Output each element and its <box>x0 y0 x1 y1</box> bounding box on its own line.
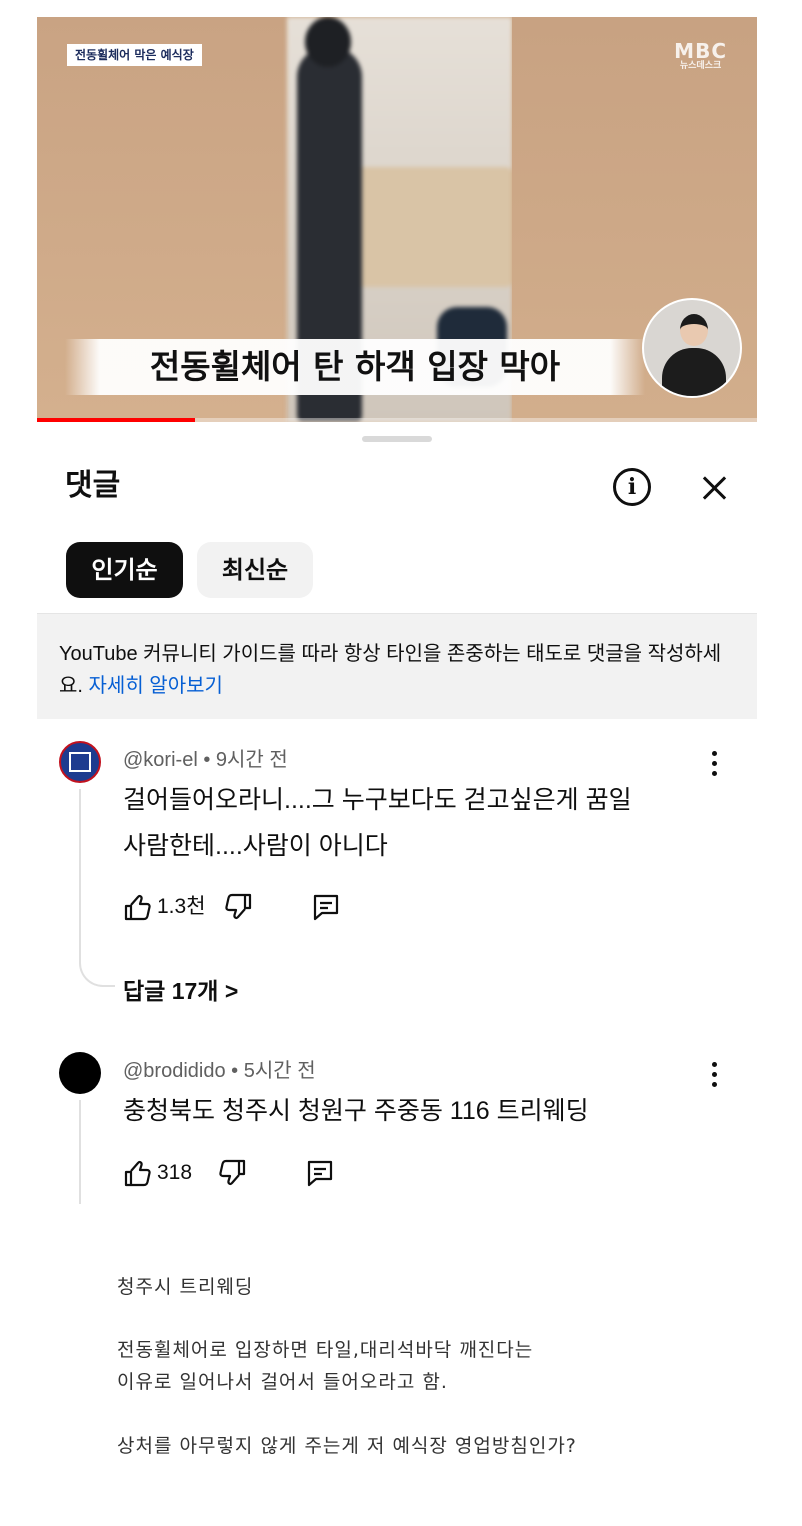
panel-title: 댓글 <box>65 468 121 503</box>
avatar[interactable] <box>59 741 101 783</box>
thumbs-up-icon <box>124 1160 151 1187</box>
video-caption: 전동휠체어 탄 하객 입장 막아 <box>65 339 645 395</box>
post-paragraph: 이유로 일어나서 걸어서 들어오라고 함. <box>117 1371 448 1393</box>
reply-button[interactable] <box>305 1158 337 1188</box>
sort-chip-top[interactable]: 인기순 <box>66 542 183 598</box>
thumbs-down-icon <box>225 893 252 920</box>
view-replies-button[interactable]: 답글 17개 > <box>123 976 238 1006</box>
learn-more-link[interactable]: 자세히 알아보기 <box>89 675 223 697</box>
thread-line <box>79 789 81 959</box>
like-button[interactable]: 1.3천 <box>123 892 213 922</box>
comment-time: 9시간 전 <box>215 749 288 771</box>
comment-author[interactable]: @kori-el <box>123 749 198 771</box>
comment-author[interactable]: @brodidido <box>123 1060 226 1082</box>
news-badge: 전동휠체어 막은 예식장 <box>67 44 202 66</box>
like-button[interactable]: 318 <box>123 1158 203 1188</box>
comments-panel: 댓글 i 인기순 최신순 YouTube 커뮤니티 가이드를 따라 항상 타인을… <box>37 422 757 1252</box>
sign-language-interpreter <box>642 298 742 398</box>
logo-mbc: MBC <box>674 39 727 63</box>
comment-reply-icon <box>313 894 339 921</box>
avatar[interactable] <box>59 1052 101 1094</box>
more-options-icon[interactable] <box>699 1058 729 1092</box>
comment-text-line: 걸어들어오라니....그 누구보다도 걷고싶은게 꿈일 <box>123 786 632 814</box>
comment-text: 충청북도 청주시 청원구 주중동 116 트리웨딩 <box>123 1097 589 1125</box>
broadcaster-logo: MBC 뉴스데스크 <box>674 41 727 72</box>
comment-time: 5시간 전 <box>243 1060 316 1082</box>
video-player[interactable]: 전동휠체어 막은 예식장 MBC 뉴스데스크 전동휠체어 탄 하객 입장 막아 <box>37 17 757 422</box>
close-icon[interactable] <box>693 466 737 510</box>
drag-handle[interactable] <box>362 436 432 442</box>
thread-line <box>79 1100 81 1204</box>
post-paragraph: 상처를 아무렇지 않게 주는게 저 예식장 영업방침인가? <box>117 1435 577 1457</box>
like-count: 1.3천 <box>157 895 206 918</box>
comment-text-line: 사람한테....사람이 아니다 <box>123 832 388 860</box>
scene-person-head <box>305 17 351 67</box>
avatar-emblem <box>69 752 91 772</box>
thumbs-up-icon <box>124 894 151 921</box>
signer-body <box>662 348 726 396</box>
info-icon[interactable]: i <box>613 468 651 506</box>
scene-counter <box>357 167 512 287</box>
dislike-button[interactable] <box>219 1158 249 1188</box>
reply-button[interactable] <box>311 892 343 922</box>
comment-text: 걸어들어오라니....그 누구보다도 걷고싶은게 꿈일 사람한테....사람이 … <box>123 777 703 869</box>
comment-meta: @brodidido • 5시간 전 <box>123 1060 316 1082</box>
post-paragraph: 전동휠체어로 입장하면 타일,대리석바닥 깨진다는 <box>117 1339 534 1361</box>
comment-actions: 1.3천 <box>123 892 423 922</box>
community-guidelines-banner: YouTube 커뮤니티 가이드를 따라 항상 타인을 존중하는 태도로 댓글을… <box>37 613 757 719</box>
comment-reply-icon <box>307 1160 333 1187</box>
logo-newsdesk: 뉴스데스크 <box>679 61 722 71</box>
comment-actions: 318 <box>123 1158 423 1188</box>
thumbs-down-icon <box>219 1159 246 1186</box>
comment-meta: @kori-el • 9시간 전 <box>123 749 288 771</box>
more-options-icon[interactable] <box>699 747 729 781</box>
dislike-button[interactable] <box>225 892 255 922</box>
like-count: 318 <box>157 1161 193 1184</box>
thread-curve <box>79 957 115 987</box>
post-paragraph: 청주시 트리웨딩 <box>117 1276 254 1298</box>
sort-chip-newest[interactable]: 최신순 <box>197 542 313 598</box>
signer-head <box>680 314 708 346</box>
